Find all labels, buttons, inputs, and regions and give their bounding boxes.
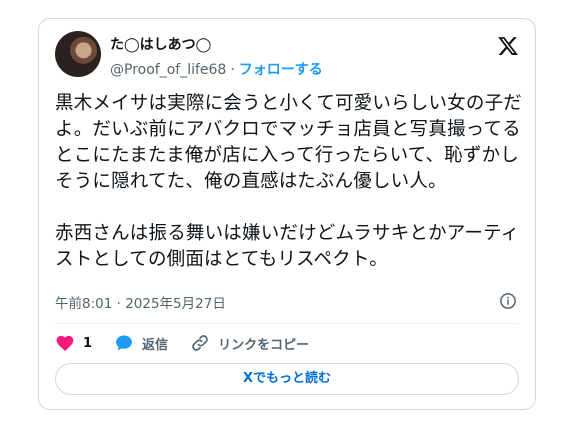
reply-button[interactable]: 返信 [114, 333, 168, 353]
info-icon[interactable] [499, 292, 517, 310]
avatar[interactable] [55, 31, 101, 77]
link-icon [192, 335, 208, 351]
divider [55, 323, 519, 324]
heart-icon [56, 335, 74, 351]
display-name[interactable]: た◯はしあつ◯ [110, 34, 211, 54]
user-handle[interactable]: @Proof_of_life68 [110, 62, 226, 78]
follow-button[interactable]: フォローする [239, 62, 323, 78]
tweet-text: 黒木メイサは実際に会うと小くて可愛いらしい女の子だよ。だいぶ前にアバクロでマッチ… [55, 93, 522, 270]
separator: · [230, 62, 235, 78]
like-button[interactable]: 1 [55, 333, 92, 353]
read-more-button[interactable]: Xでもっと読む [55, 363, 519, 395]
like-count: 1 [83, 335, 93, 351]
timestamp[interactable]: 午前8:01 · 2025年5月27日 [55, 292, 226, 312]
x-logo-icon[interactable] [497, 35, 519, 57]
handle-row: @Proof_of_life68 · フォローする [110, 59, 323, 79]
tweet-card: た◯はしあつ◯ @Proof_of_life68 · フォローする 黒木メイサは実際… [38, 18, 536, 410]
action-bar: 1 返信 リンクをコピー [55, 332, 331, 354]
copy-link-button[interactable]: リンクをコピー [190, 333, 309, 353]
reply-bubble-icon [116, 335, 132, 351]
reply-label: 返信 [142, 337, 169, 353]
copy-link-label: リンクをコピー [218, 337, 310, 353]
